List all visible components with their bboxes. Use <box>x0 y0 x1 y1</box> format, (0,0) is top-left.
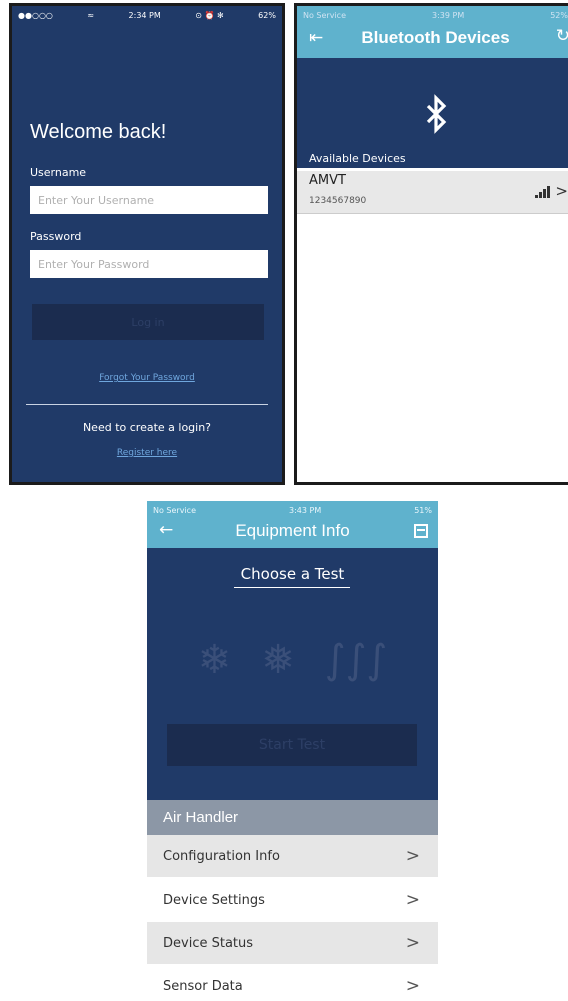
battery-level: 51% <box>414 505 432 515</box>
signal-indicator: ●●○○○ <box>18 10 53 20</box>
create-login-prompt: Need to create a login? <box>82 421 212 434</box>
chevron-right-icon: > <box>405 976 420 996</box>
chevron-right-icon: > <box>405 933 420 953</box>
welcome-heading: Welcome back! <box>30 121 167 143</box>
login-screen: ●●○○○ ≈ 2:34 PM ⊙ ⏰ ✻ 62% Welcome back! … <box>9 3 285 485</box>
battery-level: 62% <box>258 10 276 20</box>
chevron-right-icon: > <box>405 890 420 910</box>
register-link[interactable]: Register here <box>12 448 282 458</box>
choose-test-heading: Choose a Test <box>240 565 345 583</box>
chevron-right-icon: > <box>405 846 420 866</box>
bluetooth-icon <box>297 94 568 143</box>
status-icons: ⊙ ⏰ ✻ <box>195 10 224 20</box>
battery-level: 52% <box>550 10 568 20</box>
device-id: 1234567890 <box>309 196 367 204</box>
status-time: 2:34 PM <box>128 10 161 20</box>
menu-item-configuration-info[interactable]: Configuration Info > <box>147 835 438 877</box>
available-devices-label: Available Devices <box>309 152 406 165</box>
menu-item-label: Configuration Info <box>163 848 280 864</box>
wifi-icon: ≈ <box>87 10 95 20</box>
menu-item-device-settings[interactable]: Device Settings > <box>147 879 438 921</box>
page-title: Equipment Info <box>235 521 350 540</box>
refresh-icon[interactable]: ↻ <box>556 26 568 46</box>
status-time: 3:43 PM <box>288 505 322 515</box>
login-button[interactable]: Log in <box>32 304 264 340</box>
start-test-button[interactable]: Start Test <box>167 724 417 766</box>
status-bar: No Service 3:39 PM 52% <box>297 6 568 24</box>
password-label: Password <box>30 230 82 243</box>
book-icon[interactable] <box>414 524 428 538</box>
signal-icon <box>535 186 550 198</box>
page-title: Bluetooth Devices <box>361 28 510 47</box>
section-header: Air Handler <box>147 800 438 835</box>
username-input[interactable] <box>30 186 268 214</box>
status-time: 3:39 PM <box>431 10 465 20</box>
carrier-text: No Service <box>303 10 346 20</box>
forgot-password-link[interactable]: Forgot Your Password <box>12 373 282 383</box>
choose-underline <box>234 587 350 588</box>
test-icons: ❄ ❅ ∫∫∫ <box>147 637 438 683</box>
status-bar: No Service 3:43 PM 51% <box>147 501 438 519</box>
status-bar: ●●○○○ ≈ 2:34 PM ⊙ ⏰ ✻ 62% <box>12 6 282 24</box>
menu-item-sensor-data[interactable]: Sensor Data > <box>147 965 438 1001</box>
heat-icon[interactable]: ∫∫∫ <box>325 637 388 683</box>
menu-item-label: Device Status <box>163 935 254 951</box>
device-name: AMVT <box>309 173 346 188</box>
chevron-right-icon[interactable]: > <box>555 182 568 200</box>
password-input[interactable] <box>30 250 268 278</box>
equipment-screen: No Service 3:43 PM 51% ← Equipment Info … <box>147 501 438 1001</box>
snowflake-icon[interactable]: ❄ <box>198 637 232 683</box>
divider <box>26 404 268 405</box>
menu-item-label: Sensor Data <box>163 978 243 994</box>
menu-item-label: Device Settings <box>163 892 265 908</box>
bluetooth-screen: No Service 3:39 PM 52% ⇤ Bluetooth Devic… <box>294 3 568 485</box>
defrost-icon[interactable]: ❅ <box>261 637 295 683</box>
menu-item-device-status[interactable]: Device Status > <box>147 922 438 964</box>
carrier-text: No Service <box>153 505 196 515</box>
username-label: Username <box>30 166 87 179</box>
